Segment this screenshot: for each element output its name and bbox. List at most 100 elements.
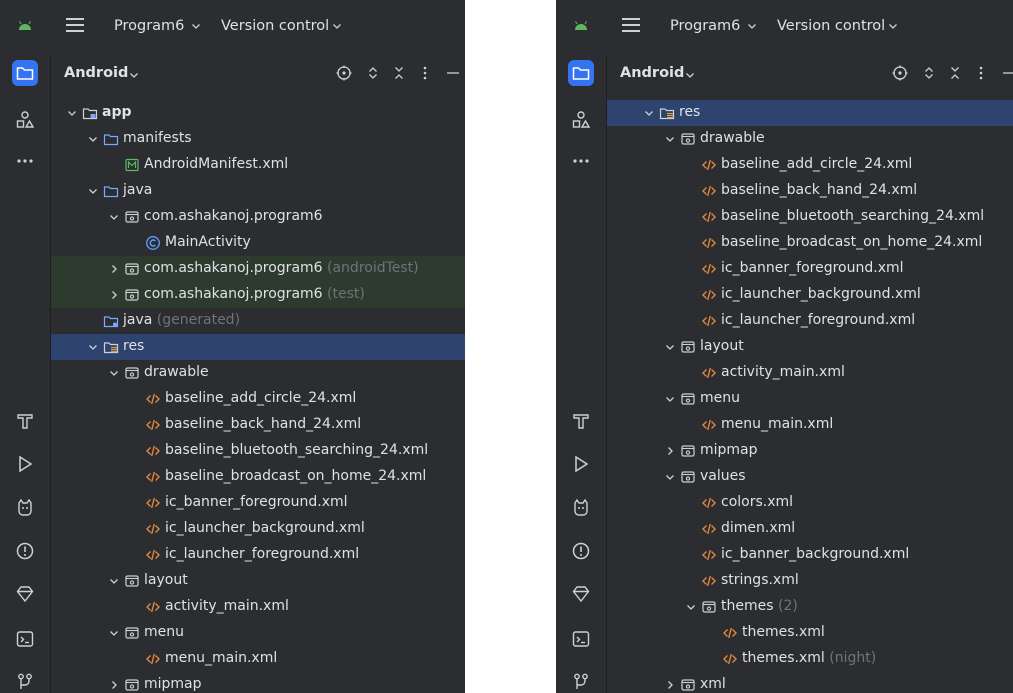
options-menu-icon[interactable] (417, 65, 433, 81)
chevron-right-icon[interactable] (109, 680, 119, 690)
tree-node[interactable]: ic_launcher_foreground.xml (607, 308, 1013, 334)
tree-node[interactable]: baseline_bluetooth_searching_24.xml (51, 438, 465, 464)
chevron-down-icon[interactable] (686, 602, 696, 612)
chevron-down-icon[interactable] (109, 368, 119, 378)
tree-node[interactable]: drawable (607, 126, 1013, 152)
minimize-icon[interactable] (445, 65, 461, 81)
main-menu-icon[interactable] (66, 17, 84, 33)
terminal-icon[interactable] (12, 626, 38, 652)
tree-node[interactable]: baseline_broadcast_on_home_24.xml (607, 230, 1013, 256)
build-icon[interactable] (12, 408, 38, 434)
main-menu-icon[interactable] (622, 17, 640, 33)
project-name[interactable]: Program6 (670, 18, 740, 34)
project-tool-icon[interactable] (12, 60, 38, 86)
problems-icon[interactable] (568, 538, 594, 564)
chevron-down-icon[interactable] (685, 70, 695, 80)
chevron-down-icon[interactable] (191, 21, 201, 31)
run-icon[interactable] (568, 451, 594, 477)
tree-node[interactable]: menu_main.xml (607, 412, 1013, 438)
tree-node[interactable]: ic_launcher_foreground.xml (51, 542, 465, 568)
chevron-down-icon[interactable] (88, 342, 98, 352)
chevron-right-icon[interactable] (109, 264, 119, 274)
select-opened-file-icon[interactable] (336, 65, 352, 81)
tree-node[interactable]: com.ashakanoj.program6 (51, 204, 465, 230)
tree-node[interactable]: ic_banner_foreground.xml (51, 490, 465, 516)
tree-node[interactable]: res (607, 100, 1013, 126)
tree-node[interactable]: activity_main.xml (607, 360, 1013, 386)
tree-node[interactable]: java (51, 178, 465, 204)
tree-node[interactable]: AndroidManifest.xml (51, 152, 465, 178)
tree-node[interactable]: colors.xml (607, 490, 1013, 516)
tree-node[interactable]: ic_launcher_background.xml (607, 282, 1013, 308)
tree-node[interactable]: com.ashakanoj.program6 (test) (51, 282, 465, 308)
tree-node[interactable]: menu (607, 386, 1013, 412)
tree-node[interactable]: baseline_back_hand_24.xml (51, 412, 465, 438)
chevron-down-icon[interactable] (88, 186, 98, 196)
chevron-right-icon[interactable] (109, 290, 119, 300)
chevron-down-icon[interactable] (67, 108, 77, 118)
tree-node[interactable]: baseline_back_hand_24.xml (607, 178, 1013, 204)
tree-node[interactable]: baseline_add_circle_24.xml (51, 386, 465, 412)
resource-manager-icon[interactable] (568, 107, 594, 133)
chevron-down-icon[interactable] (129, 70, 139, 80)
tree-node[interactable]: themes (2) (607, 594, 1013, 620)
tree-node[interactable]: ic_banner_foreground.xml (607, 256, 1013, 282)
tree-node[interactable]: drawable (51, 360, 465, 386)
chevron-down-icon[interactable] (88, 134, 98, 144)
tree-node[interactable]: ic_launcher_background.xml (51, 516, 465, 542)
tree-node[interactable]: res (51, 334, 465, 360)
chevron-down-icon[interactable] (332, 21, 342, 31)
build-icon[interactable] (568, 408, 594, 434)
options-menu-icon[interactable] (973, 65, 989, 81)
chevron-down-icon[interactable] (109, 576, 119, 586)
tree-node[interactable]: com.ashakanoj.program6 (androidTest) (51, 256, 465, 282)
tree-node[interactable]: MainActivity (51, 230, 465, 256)
chevron-down-icon[interactable] (644, 108, 654, 118)
tree-node[interactable]: baseline_bluetooth_searching_24.xml (607, 204, 1013, 230)
collapse-all-icon[interactable] (391, 65, 407, 81)
tree-node[interactable]: app (51, 100, 465, 126)
tree-node[interactable]: manifests (51, 126, 465, 152)
tree-node[interactable]: themes.xml (night) (607, 646, 1013, 672)
chevron-down-icon[interactable] (665, 134, 675, 144)
terminal-icon[interactable] (568, 626, 594, 652)
minimize-icon[interactable] (1001, 65, 1013, 81)
chevron-down-icon[interactable] (665, 342, 675, 352)
tree-node[interactable]: java (generated) (51, 308, 465, 334)
chevron-right-icon[interactable] (665, 680, 675, 690)
more-tools-icon[interactable] (12, 148, 38, 174)
tree-node[interactable]: dimen.xml (607, 516, 1013, 542)
tree-node[interactable]: themes.xml (607, 620, 1013, 646)
tree-node[interactable]: strings.xml (607, 568, 1013, 594)
view-selector[interactable]: Android (620, 65, 684, 81)
tree-node[interactable]: baseline_broadcast_on_home_24.xml (51, 464, 465, 490)
version-control-menu[interactable]: Version control (777, 18, 885, 34)
chevron-down-icon[interactable] (888, 21, 898, 31)
chevron-down-icon[interactable] (109, 212, 119, 222)
version-control-menu[interactable]: Version control (221, 18, 329, 34)
tree-node[interactable]: ic_banner_background.xml (607, 542, 1013, 568)
tree-node[interactable]: activity_main.xml (51, 594, 465, 620)
logcat-icon[interactable] (12, 495, 38, 521)
run-icon[interactable] (12, 451, 38, 477)
tree-node[interactable]: xml (607, 672, 1013, 693)
collapse-all-icon[interactable] (947, 65, 963, 81)
git-icon[interactable] (568, 669, 594, 693)
gemini-icon[interactable] (12, 581, 38, 607)
logcat-icon[interactable] (568, 495, 594, 521)
chevron-right-icon[interactable] (665, 446, 675, 456)
tree-node[interactable]: menu_main.xml (51, 646, 465, 672)
chevron-down-icon[interactable] (747, 21, 757, 31)
view-selector[interactable]: Android (64, 65, 128, 81)
more-tools-icon[interactable] (568, 148, 594, 174)
tree-node[interactable]: mipmap (51, 672, 465, 693)
tree-node[interactable]: layout (51, 568, 465, 594)
chevron-down-icon[interactable] (109, 628, 119, 638)
chevron-down-icon[interactable] (665, 472, 675, 482)
expand-all-icon[interactable] (365, 65, 381, 81)
resource-manager-icon[interactable] (12, 107, 38, 133)
gemini-icon[interactable] (568, 581, 594, 607)
select-opened-file-icon[interactable] (892, 65, 908, 81)
tree-node[interactable]: baseline_add_circle_24.xml (607, 152, 1013, 178)
tree-node[interactable]: menu (51, 620, 465, 646)
